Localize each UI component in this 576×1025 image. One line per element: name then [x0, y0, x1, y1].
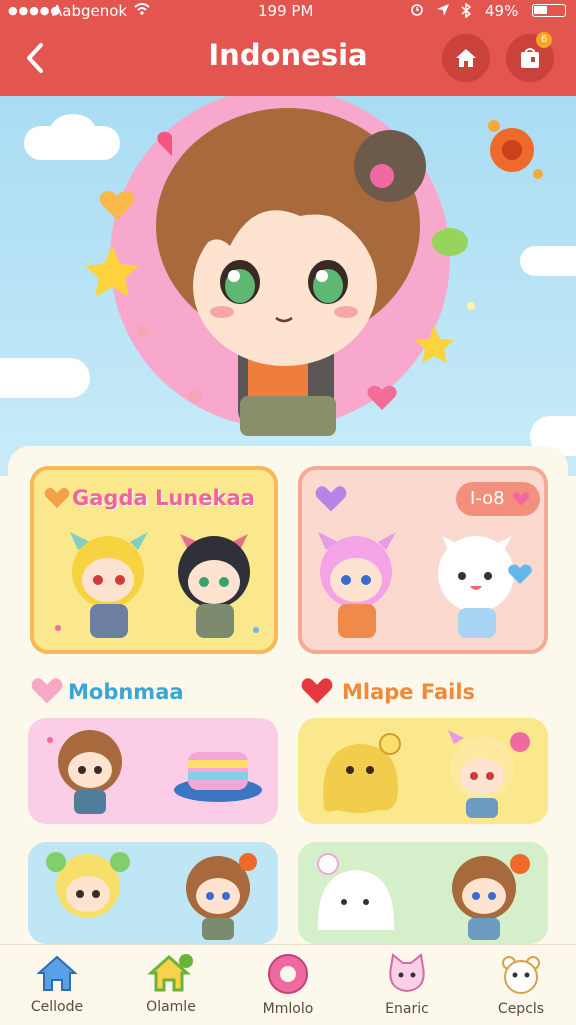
featured-card-left[interactable]: Gagda Lunekaa	[30, 466, 278, 654]
heart-icon	[315, 486, 347, 512]
nav-item-enaric[interactable]: Enaric	[352, 953, 462, 1023]
featured-badge: I-o8	[456, 482, 540, 516]
hero-banner	[0, 96, 576, 476]
alarm-icon	[410, 3, 424, 21]
home-button[interactable]	[442, 34, 490, 82]
featured-badge-text: I-o8	[470, 488, 505, 509]
heart-icon	[44, 487, 70, 508]
bottom-navigation: Cellode Olamle Mmlolo Enaric Cepcls	[0, 944, 576, 1025]
donut-icon	[268, 954, 308, 994]
sticker-illustration	[323, 730, 530, 818]
featured-card-title: Gagda Lunekaa	[72, 486, 255, 510]
bear-icon	[502, 956, 540, 994]
status-bar: ●●●●● Aabgenok 199 PM 49%	[0, 0, 576, 22]
carrier-name: Aabgenok	[52, 2, 128, 20]
home-icon	[456, 49, 476, 67]
featured-card-right[interactable]: I-o8	[298, 466, 548, 654]
green-house-icon	[148, 954, 193, 992]
hero-character-illustration	[85, 96, 543, 436]
nav-item-cellode[interactable]: Cellode	[2, 953, 112, 1023]
nav-label: Enaric	[385, 1001, 429, 1017]
battery-percent: 49%	[485, 2, 519, 20]
section-title-left: Mobnmaa	[68, 680, 184, 704]
heart-icon	[301, 678, 333, 704]
app-header: Indonesia 6	[0, 22, 576, 96]
sticker-card[interactable]	[298, 718, 548, 824]
character-pair-illustration	[55, 532, 259, 638]
sticker-illustration	[47, 730, 262, 814]
nav-item-cepcls[interactable]: Cepcls	[466, 953, 576, 1023]
nav-label: Mmlolo	[262, 1001, 314, 1017]
heart-icon	[512, 492, 530, 506]
sticker-card[interactable]	[28, 718, 278, 824]
battery-icon	[532, 4, 566, 17]
shop-bag-button[interactable]: 6	[506, 32, 554, 82]
nav-label: Cepcls	[497, 1001, 545, 1017]
nav-item-mmlolo[interactable]: Mmlolo	[233, 953, 343, 1023]
sticker-card[interactable]	[298, 842, 548, 944]
character-pair-illustration	[318, 532, 532, 638]
sticker-illustration	[46, 852, 257, 940]
house-icon	[36, 955, 78, 991]
notification-badge: 6	[536, 32, 552, 48]
bluetooth-icon	[460, 2, 472, 22]
cat-icon	[389, 953, 425, 993]
bag-icon	[521, 48, 539, 68]
nav-label: Olamle	[146, 999, 196, 1015]
status-time: 199 PM	[258, 2, 314, 20]
nav-label: Cellode	[30, 999, 84, 1015]
heart-icon	[31, 678, 63, 704]
sticker-illustration	[317, 853, 530, 940]
wifi-icon	[134, 3, 150, 19]
section-title-right: Mlape Fails	[342, 680, 476, 704]
location-arrow-icon	[436, 3, 450, 21]
nav-item-olamle[interactable]: Olamle	[116, 953, 226, 1023]
sticker-card[interactable]	[28, 842, 278, 944]
